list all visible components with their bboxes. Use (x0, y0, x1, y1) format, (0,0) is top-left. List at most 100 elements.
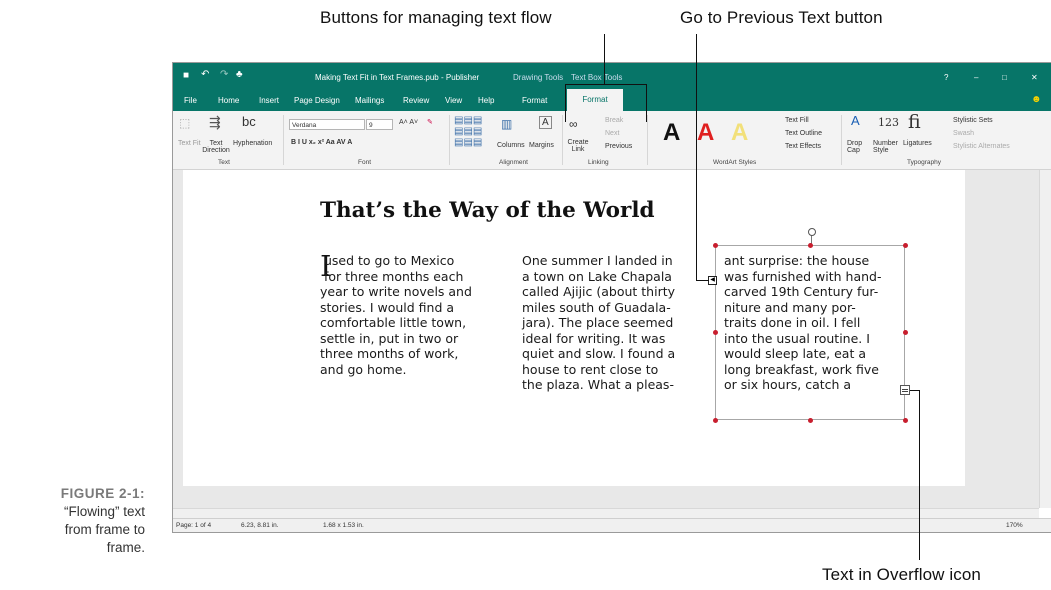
group-typography-label: Typography (907, 159, 941, 166)
text-frame-1[interactable]: used to go to Mexico for three months ea… (320, 253, 472, 377)
font-size-select[interactable]: 9 (366, 119, 393, 130)
group-text-label: Text (218, 159, 230, 166)
tab-file[interactable]: File (184, 96, 197, 105)
wordart-style-red[interactable]: A (697, 119, 714, 147)
tab-page-design[interactable]: Page Design (294, 96, 340, 105)
number-style-button[interactable]: Number Style (873, 140, 901, 154)
ligatures-button[interactable]: Ligatures (903, 140, 932, 147)
article-heading[interactable]: That’s the Way of the World (320, 198, 655, 223)
cursor-position: 6.23, 8.81 in. (241, 522, 279, 529)
wordart-style-yellow[interactable]: A (731, 119, 748, 147)
separator (562, 115, 563, 165)
tab-home[interactable]: Home (218, 96, 239, 105)
grow-font-icon[interactable]: A˄ A˅ (399, 119, 418, 126)
callout-line (919, 390, 920, 560)
text-fit-icon[interactable]: ⬚ (179, 116, 190, 130)
break-button[interactable]: Break (605, 117, 623, 124)
margins-icon[interactable]: A (539, 116, 552, 129)
resize-handle[interactable] (808, 243, 813, 248)
separator (449, 115, 450, 165)
resize-handle[interactable] (713, 243, 718, 248)
hyphenation-button[interactable]: Hyphenation (233, 140, 272, 147)
columns-button[interactable]: Columns (497, 142, 525, 149)
text-overflow-icon[interactable] (900, 385, 910, 395)
figure-caption: FIGURE 2-1: “Flowing” text from frame to… (0, 485, 145, 557)
page-indicator[interactable]: Page: 1 of 4 (176, 522, 211, 529)
tab-review[interactable]: Review (403, 96, 429, 105)
group-linking-label: Linking (588, 159, 609, 166)
vertical-scrollbar[interactable] (1039, 170, 1051, 508)
separator (647, 115, 648, 165)
stylistic-sets-button[interactable]: Stylistic Sets (953, 117, 993, 124)
callout-line (565, 84, 566, 122)
number-style-icon[interactable]: 123 (878, 116, 899, 129)
wordart-style-black[interactable]: A (663, 119, 680, 147)
link-icon[interactable]: ∞ (569, 117, 578, 131)
callout-line (565, 84, 647, 85)
ribbon: ⬚ Text Fit ⇶ Text Direction bc Hyphenati… (173, 111, 1051, 170)
text-box-tools-label: Text Box Tools (571, 73, 623, 82)
ligatures-icon[interactable]: fi (908, 111, 921, 133)
drop-cap-icon[interactable]: A (851, 113, 860, 128)
caption-line-3: frame. (106, 540, 145, 555)
resize-handle[interactable] (903, 418, 908, 423)
tab-format-textbox[interactable]: Format (567, 89, 623, 111)
save-icon[interactable]: ■ (183, 70, 189, 81)
font-format-icons[interactable]: B I U x₂ x² Aa AV A (291, 139, 352, 146)
drawing-tools-label: Drawing Tools (513, 73, 564, 82)
minimize-button[interactable]: – (974, 73, 978, 82)
font-name-select[interactable]: Verdana (289, 119, 365, 130)
alignment-icons[interactable]: ▤▤▤ ▤▤▤ ▤▤▤ (454, 115, 482, 148)
text-frame-2[interactable]: One summer I landed in a town on Lake Ch… (522, 253, 675, 393)
resize-handle[interactable] (713, 418, 718, 423)
go-to-previous-text-icon[interactable]: ◀ (708, 276, 717, 285)
tab-insert[interactable]: Insert (259, 96, 279, 105)
group-wordart-label: WordArt Styles (713, 159, 757, 166)
hyphenation-icon[interactable]: bc (242, 114, 256, 129)
close-button[interactable]: ✕ (1031, 73, 1038, 82)
tab-format-drawing[interactable]: Format (522, 96, 547, 105)
callout-previous-button: Go to Previous Text button (680, 8, 883, 27)
swash-button[interactable]: Swash (953, 130, 974, 137)
title-bar: ■ ↶ ↷ ♣ Making Text Fit in Text Frames.p… (173, 63, 1051, 91)
redo-icon[interactable]: ↷ (220, 69, 228, 80)
undo-icon[interactable]: ↶ (201, 69, 209, 80)
restore-button[interactable]: □ (1002, 73, 1007, 82)
caption-line-1: “Flowing” text (63, 504, 145, 519)
clear-format-icon[interactable]: ✎ (427, 118, 433, 126)
help-button[interactable]: ? (944, 73, 948, 82)
tab-mailings[interactable]: Mailings (355, 96, 384, 105)
group-alignment-label: Alignment (499, 159, 528, 166)
rotate-handle[interactable] (808, 228, 816, 236)
group-font-label: Font (358, 159, 372, 166)
zoom-level[interactable]: 170% (1006, 522, 1023, 529)
text-fit-button[interactable]: Text Fit (178, 140, 201, 147)
tab-help[interactable]: Help (478, 96, 494, 105)
text-direction-button[interactable]: Text Direction (201, 140, 231, 154)
create-link-button[interactable]: Create Link (567, 139, 589, 153)
selected-frame-border[interactable] (715, 245, 905, 420)
next-button[interactable]: Next (605, 130, 619, 137)
resize-handle[interactable] (903, 330, 908, 335)
text-direction-icon[interactable]: ⇶ (209, 114, 221, 131)
previous-button[interactable]: Previous (605, 143, 632, 150)
document-title: Making Text Fit in Text Frames.pub - Pub… (315, 73, 480, 82)
text-outline-button[interactable]: Text Outline (785, 130, 822, 137)
callout-overflow-icon: Text in Overflow icon (822, 565, 981, 584)
callout-line (604, 34, 605, 84)
caption-line-2: from frame to (64, 522, 145, 537)
margins-button[interactable]: Margins (529, 142, 554, 149)
text-fill-button[interactable]: Text Fill (785, 117, 809, 124)
drop-cap-button[interactable]: Drop Cap (847, 140, 869, 154)
smiley-icon[interactable]: ☻ (1031, 94, 1042, 105)
resize-handle[interactable] (903, 243, 908, 248)
separator (283, 115, 284, 165)
columns-icon[interactable]: ▥ (501, 117, 512, 131)
tab-view[interactable]: View (445, 96, 462, 105)
callout-text-flow-buttons: Buttons for managing text flow (320, 8, 552, 27)
text-effects-button[interactable]: Text Effects (785, 143, 821, 150)
format-painter-icon[interactable]: ♣ (236, 69, 243, 80)
stylistic-alternates-button[interactable]: Stylistic Alternates (953, 143, 1010, 150)
resize-handle[interactable] (713, 330, 718, 335)
resize-handle[interactable] (808, 418, 813, 423)
